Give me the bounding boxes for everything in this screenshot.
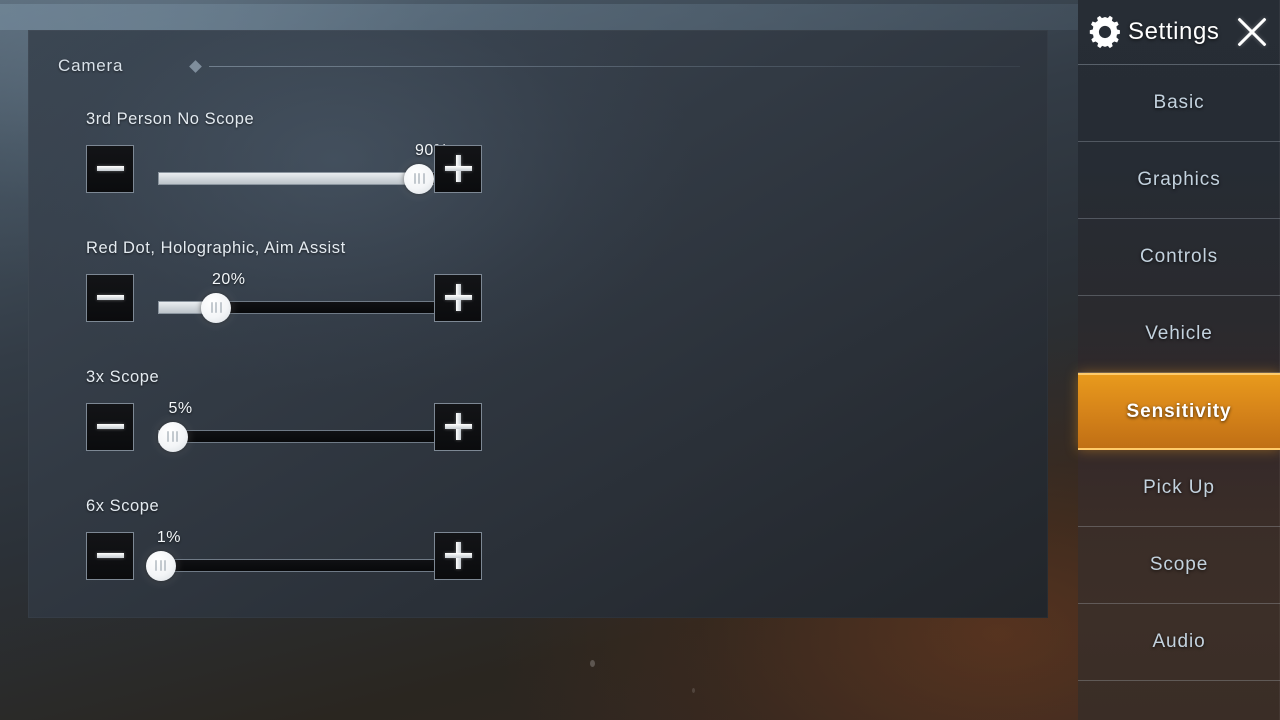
minus-icon [96, 295, 124, 300]
sidebar-item-partial[interactable] [1078, 681, 1280, 720]
decrease-button[interactable] [86, 273, 134, 322]
camera-section-header: Camera [58, 54, 1020, 78]
settings-screen: Camera 3rd Person No Scope90%1st Person … [0, 0, 1280, 720]
background-light-band [0, 4, 1078, 30]
sidebar-title: Settings [1128, 18, 1220, 45]
sidebar-item-pick-up[interactable]: Pick Up [1078, 450, 1280, 527]
slider-knob[interactable] [157, 421, 188, 452]
slider-track[interactable] [158, 558, 455, 572]
increase-button[interactable] [434, 402, 482, 451]
sensitivity-control: 1% [86, 528, 482, 588]
sidebar-item-sensitivity[interactable]: Sensitivity [1078, 373, 1280, 450]
sensitivity-row: 6x Scope 1% [28, 483, 554, 612]
plus-icon-cross [444, 295, 472, 300]
increase-button[interactable] [434, 273, 482, 322]
sensitivity-slider[interactable]: 90% [158, 142, 455, 194]
minus-icon [96, 166, 124, 171]
section-rule [209, 65, 1020, 67]
sidebar-item-graphics[interactable]: Graphics [1078, 142, 1280, 219]
sensitivity-control: 20% [86, 270, 482, 330]
sensitivity-label: 3x Scope [86, 368, 160, 386]
sensitivity-slider[interactable]: 5% [157, 399, 455, 452]
diamond-icon [189, 59, 203, 73]
sidebar-item-label: Sensitivity [1126, 400, 1232, 422]
sensitivity-control: 90% [86, 142, 482, 201]
increase-button[interactable] [434, 531, 482, 580]
sidebar-item-label: Controls [1140, 246, 1218, 267]
knob-grip-line [422, 173, 425, 184]
close-icon[interactable] [1232, 12, 1272, 52]
slider-track[interactable] [158, 429, 455, 443]
sensitivity-rows: 3rd Person No Scope90%1st Person No Scop… [28, 96, 1280, 612]
sensitivity-slider[interactable]: 1% [145, 528, 455, 581]
sensitivity-control: 5% [86, 399, 482, 459]
slider-knob[interactable] [404, 163, 434, 194]
sidebar-item-label: Vehicle [1145, 323, 1213, 344]
knob-grip-line [155, 560, 158, 571]
sensitivity-label: 3rd Person No Scope [86, 110, 255, 128]
slider-fill [158, 171, 419, 185]
minus-icon [96, 553, 124, 558]
sidebar-item-label: Scope [1149, 554, 1209, 575]
sensitivity-row: 3rd Person No Scope 90% [28, 96, 554, 225]
sensitivity-slider[interactable]: 20% [158, 270, 455, 323]
sensitivity-row: Red Dot, Holographic, Aim Assist 20% [28, 225, 554, 354]
sensitivity-value: 1% [156, 528, 182, 546]
knob-grip-line [159, 560, 162, 571]
plus-icon-cross [444, 166, 472, 171]
knob-grip-line [176, 431, 178, 442]
sidebar-item-controls[interactable]: Controls [1078, 219, 1280, 296]
sensitivity-label: Red Dot, Holographic, Aim Assist [86, 239, 346, 257]
sidebar-item-label: Basic [1153, 92, 1205, 113]
sensitivity-label: 6x Scope [86, 497, 160, 515]
settings-sidebar: Settings Basic Graphics Controls Vehicle Sen… [1078, 0, 1280, 720]
slider-knob[interactable] [201, 292, 231, 323]
sensitivity-value: 5% [168, 399, 193, 417]
plus-icon-cross [444, 424, 472, 429]
slider-knob[interactable] [145, 550, 176, 581]
sidebar-item-basic[interactable]: Basic [1078, 65, 1280, 142]
knob-grip-line [164, 560, 167, 571]
knob-grip-line [167, 431, 169, 442]
sidebar-item-scope[interactable]: Scope [1078, 527, 1280, 604]
background-speck [590, 660, 595, 667]
section-title: Camera [58, 56, 124, 75]
knob-grip-line [171, 431, 174, 442]
sidebar-item-label: Graphics [1137, 169, 1221, 190]
knob-grip-line [219, 302, 222, 313]
sidebar-item-audio[interactable]: Audio [1078, 604, 1280, 681]
knob-grip-line [215, 302, 217, 313]
knob-grip-line [418, 173, 420, 184]
sidebar-item-label: Audio [1152, 631, 1206, 652]
sensitivity-value: 20% [212, 270, 246, 288]
decrease-button[interactable] [86, 144, 134, 193]
gear-icon [1086, 13, 1124, 51]
sidebar-item-label: Pick Up [1143, 477, 1215, 498]
knob-grip-line [413, 173, 416, 184]
sensitivity-panel: Camera 3rd Person No Scope90%1st Person … [28, 30, 1280, 618]
decrease-button[interactable] [86, 531, 134, 580]
increase-button[interactable] [434, 144, 482, 193]
knob-grip-line [210, 302, 213, 313]
plus-icon-cross [444, 553, 472, 558]
sidebar-item-list: Basic Graphics Controls Vehicle Sensitivity P… [1078, 65, 1280, 720]
minus-icon [96, 424, 124, 429]
sidebar-header: Settings [1078, 0, 1280, 64]
background-speck [692, 688, 695, 693]
sidebar-item-vehicle[interactable]: Vehicle [1078, 296, 1280, 373]
decrease-button[interactable] [86, 402, 134, 451]
sensitivity-row: 3x Scope 5% [28, 354, 554, 483]
